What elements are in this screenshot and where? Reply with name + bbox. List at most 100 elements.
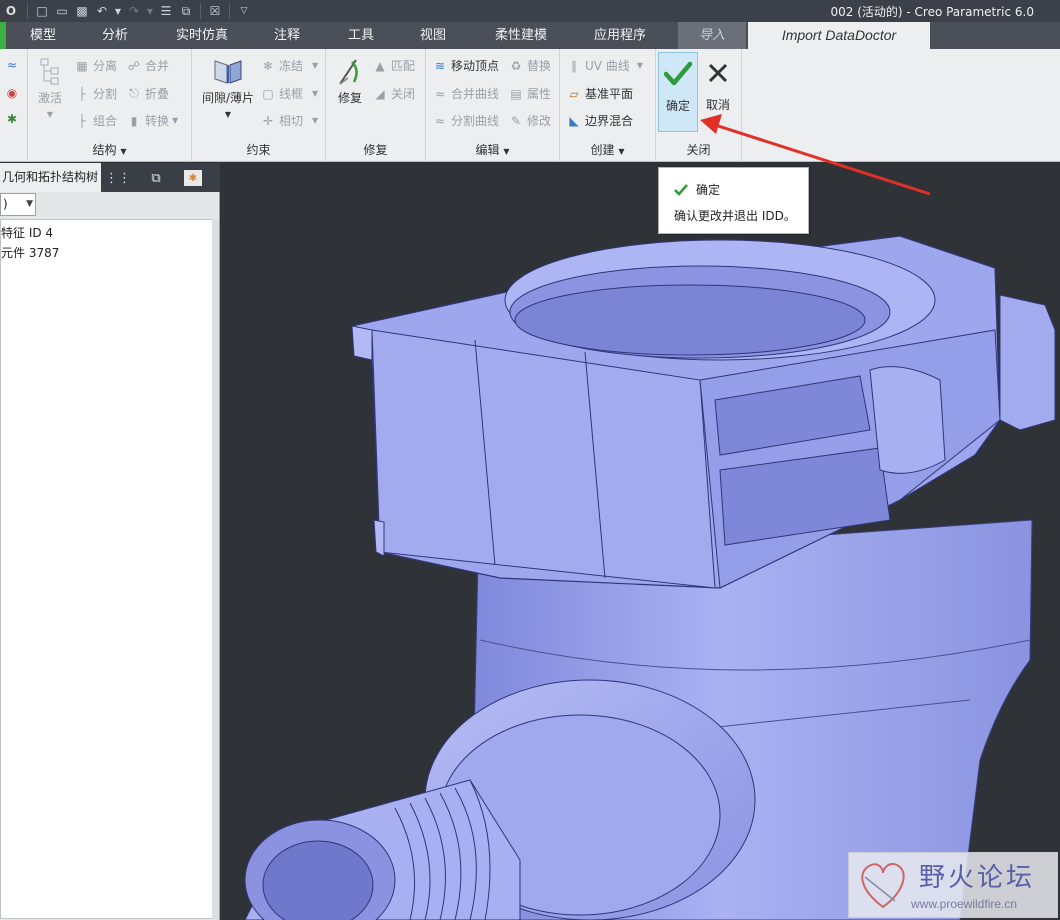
edit-dropdown-icon[interactable]: ▼ (503, 147, 509, 156)
uv-curve-label: UV 曲线 (585, 59, 630, 73)
activate-button[interactable]: 激活 ▼ (34, 55, 66, 119)
app-logo[interactable]: O (0, 2, 22, 20)
tab-view[interactable]: 视图 (404, 22, 462, 49)
redo-dropdown-icon[interactable]: ▼ (145, 2, 155, 20)
tab-live-simulation[interactable]: 实时仿真 (166, 22, 238, 49)
close-repair-button[interactable]: ◢ 关闭 (372, 85, 415, 102)
move-vertex-button[interactable]: ≋ 移动顶点 (432, 57, 499, 74)
constraint-group-label: 约束 (246, 143, 271, 157)
merge-icon: ☍ (127, 58, 141, 73)
tab-import-datadoctor[interactable]: Import DataDoctor (748, 22, 930, 49)
fold-button[interactable]: ⎋ 折叠 (126, 85, 169, 102)
wireframe-button[interactable]: ▢ 线框 ▼ (260, 85, 318, 102)
tab-geometry-topology-tree[interactable]: 几何和拓扑结构树 (0, 163, 101, 192)
chevron-down-icon: ▼ (26, 199, 33, 209)
group-button[interactable]: ├ 组合 (74, 112, 117, 129)
tree-view-icon[interactable]: ⋮⋮ (105, 168, 131, 188)
panel-scrollbar[interactable] (212, 219, 219, 919)
group-create: ∥ UV 曲线 ▼ ▱ 基准平面 ◣ 边界混合 创建 ▼ (560, 49, 656, 162)
filter-dropdown[interactable]: ) ▼ (0, 193, 36, 216)
replace-button[interactable]: ♻ 替换 (508, 57, 551, 74)
merge-curve-button[interactable]: ≈ 合并曲线 (432, 85, 499, 102)
redo-icon[interactable]: ↷ (125, 2, 143, 20)
close-group-label: 关闭 (686, 143, 711, 157)
panel-tabs: 几何和拓扑结构树 ⋮⋮ ⧉ ✱ (0, 163, 220, 192)
repair-group-label: 修复 (363, 143, 388, 157)
repair-button[interactable]: 修复 (330, 55, 370, 106)
tree-display-icon[interactable]: ✱ (4, 111, 20, 127)
sketch-icon[interactable]: ≈ (4, 57, 20, 73)
filter-value: ) (3, 197, 8, 211)
split-curve-button[interactable]: ≈ 分割曲线 (432, 112, 499, 129)
windows-icon[interactable]: ⧉ (177, 2, 195, 20)
freeze-dropdown-icon[interactable]: ▼ (312, 61, 318, 70)
gap-sheet-button[interactable]: 间隙/薄片 ▼ (198, 55, 258, 119)
activate-dropdown-icon[interactable]: ▼ (47, 110, 53, 119)
replace-icon: ♻ (510, 58, 522, 73)
tree-item-feature[interactable]: 特征 ID 4 (1, 224, 53, 241)
edit-group-label[interactable]: 编辑 ▼ (426, 141, 559, 158)
separate-button[interactable]: ▦ 分离 (74, 57, 117, 74)
separate-icon: ▦ (76, 58, 88, 73)
create-group-label[interactable]: 创建 ▼ (560, 141, 655, 158)
structure-group-label[interactable]: 结构 ▼ (28, 141, 191, 158)
attribute-button[interactable]: ▤ 属性 (508, 85, 551, 102)
match-icon: ▲ (375, 58, 385, 73)
ok-button[interactable]: 确定 (658, 52, 698, 132)
modify-label: 修改 (527, 114, 552, 128)
tab-applications[interactable]: 应用程序 (580, 22, 660, 49)
tab-tools[interactable]: 工具 (332, 22, 390, 49)
watermark-url: www.proewildfire.cn (911, 897, 1018, 911)
file-tab-edge[interactable] (0, 22, 6, 49)
save-icon[interactable]: ▩ (73, 2, 91, 20)
gap-sheet-icon (211, 55, 245, 89)
graphics-viewport[interactable] (221, 163, 1060, 920)
gap-sheet-dropdown-icon[interactable]: ▼ (225, 110, 231, 119)
cancel-button[interactable]: 取消 (700, 56, 736, 113)
tree-item-component[interactable]: 元件 3787 (1, 244, 59, 261)
merge-button[interactable]: ☍ 合并 (126, 57, 169, 74)
separator (229, 3, 230, 19)
boundary-blend-button[interactable]: ◣ 边界混合 (566, 112, 633, 129)
split-icon: ├ (78, 86, 86, 101)
move-vertex-icon: ≋ (434, 58, 446, 73)
undo-dropdown-icon[interactable]: ▼ (113, 2, 123, 20)
tab-flexible-modeling[interactable]: 柔性建模 (482, 22, 560, 49)
cancel-label: 取消 (705, 98, 730, 112)
convert-button[interactable]: ▮ 转换 ▼ (126, 112, 178, 129)
uv-curve-button[interactable]: ∥ UV 曲线 ▼ (566, 57, 643, 74)
new-file-icon[interactable]: □ (33, 2, 51, 20)
wireframe-dropdown-icon[interactable]: ▼ (312, 89, 318, 98)
color-display-icon[interactable]: ◉ (4, 85, 20, 101)
group-structure: 激活 ▼ ▦ 分离 ├ 分割 ├ 组合 ☍ 合并 ⎋ 折叠 ▮ 转换 ▼ 结构 ▼ (28, 49, 192, 162)
close-window-icon[interactable]: ☒ (206, 2, 224, 20)
tab-import[interactable]: 导入 (678, 22, 746, 49)
tangent-button[interactable]: ✛ 相切 ▼ (260, 112, 318, 129)
part-model (244, 235, 1056, 920)
uv-curve-icon: ∥ (571, 58, 577, 73)
match-button[interactable]: ▲ 匹配 (372, 57, 415, 74)
regenerate-icon[interactable]: ☰ (157, 2, 175, 20)
open-folder-icon[interactable]: ▭ (53, 2, 71, 20)
create-dropdown-icon[interactable]: ▼ (618, 147, 624, 156)
layers-icon[interactable]: ⧉ (146, 168, 166, 188)
favorites-icon[interactable]: ✱ (184, 170, 202, 186)
quick-access-toolbar: O □ ▭ ▩ ↶ ▼ ↷ ▼ ☰ ⧉ ☒ ▽ (0, 0, 253, 22)
undo-icon[interactable]: ↶ (93, 2, 111, 20)
customize-dropdown-icon[interactable]: ▽ (235, 2, 253, 20)
split-curve-icon: ≈ (434, 113, 446, 128)
tab-model[interactable]: 模型 (14, 22, 72, 49)
tab-analysis[interactable]: 分析 (86, 22, 144, 49)
freeze-button[interactable]: ❄ 冻结 ▼ (260, 57, 318, 74)
tab-annotate[interactable]: 注释 (258, 22, 316, 49)
split-button[interactable]: ├ 分割 (74, 85, 117, 102)
modify-button[interactable]: ✎ 修改 (508, 112, 551, 129)
convert-dropdown-icon[interactable]: ▼ (172, 116, 178, 125)
repair-label: 修复 (337, 91, 362, 105)
tangent-dropdown-icon[interactable]: ▼ (312, 116, 318, 125)
structure-dropdown-icon[interactable]: ▼ (120, 147, 126, 156)
datum-plane-button[interactable]: ▱ 基准平面 (566, 85, 633, 102)
structure-label: 结构 (92, 143, 117, 157)
uv-curve-dropdown-icon[interactable]: ▼ (637, 61, 643, 70)
gap-sheet-label: 间隙/薄片 (201, 91, 255, 105)
